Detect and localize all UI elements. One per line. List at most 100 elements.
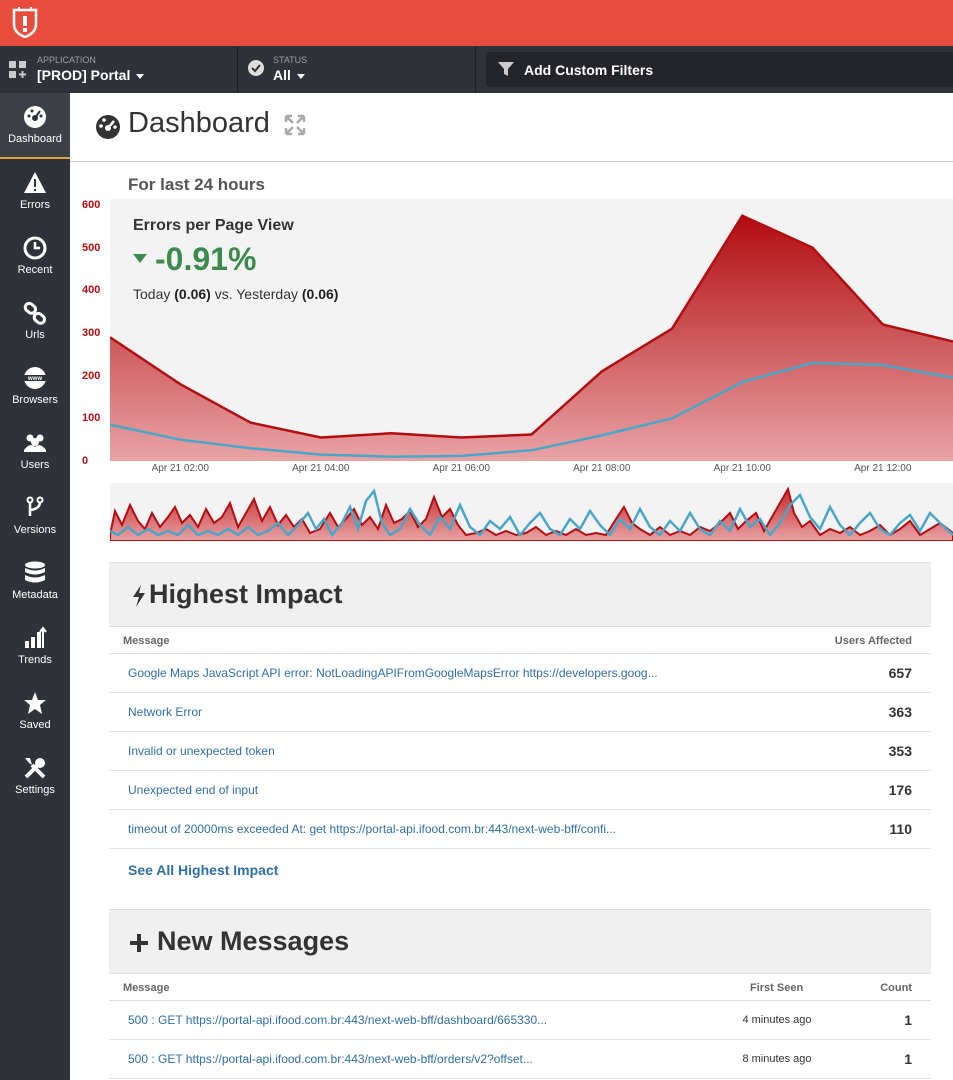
kpi-change: -0.91% bbox=[133, 241, 338, 278]
sidebar-item-versions[interactable]: Versions bbox=[0, 484, 70, 550]
col-first-seen[interactable]: First Seen bbox=[750, 982, 803, 994]
bar-trend-icon bbox=[25, 626, 47, 648]
sidebar-item-users[interactable]: Users bbox=[0, 419, 70, 485]
y-tick-label: 200 bbox=[82, 369, 101, 382]
expand-icon[interactable] bbox=[284, 114, 306, 136]
svg-text:www: www bbox=[27, 376, 42, 382]
chevron-down-icon bbox=[136, 73, 145, 79]
y-tick-label: 600 bbox=[82, 199, 101, 211]
application-label: APPLICATION bbox=[37, 55, 96, 65]
plus-icon bbox=[130, 934, 148, 952]
sidebar-item-label: Settings bbox=[15, 784, 55, 796]
table-row[interactable]: timeout of 20000ms exceeded At: get http… bbox=[109, 810, 931, 849]
sidebar-item-settings[interactable]: Settings bbox=[0, 744, 70, 810]
custom-filters-input[interactable]: Add Custom Filters bbox=[486, 52, 953, 87]
table-row[interactable]: Unexpected end of input 176 bbox=[109, 771, 931, 810]
sidebar-item-metadata[interactable]: Metadata bbox=[0, 549, 70, 615]
users-affected-count: 110 bbox=[889, 821, 912, 837]
col-message[interactable]: Message bbox=[123, 635, 169, 647]
table-row[interactable]: Google Maps JavaScript API error: NotLoa… bbox=[109, 654, 931, 693]
highest-impact-panel: Highest Impact Message Users Affected Go… bbox=[109, 562, 931, 878]
count-value: 1 bbox=[904, 1051, 912, 1067]
x-tick-label: Apr 21 12:00 bbox=[854, 463, 912, 474]
filter-bar: APPLICATION [PROD] Portal STATUS All Add… bbox=[0, 46, 953, 93]
top-bar bbox=[0, 0, 953, 46]
col-count[interactable]: Count bbox=[880, 982, 912, 994]
y-tick-label: 0 bbox=[82, 455, 89, 467]
users-icon bbox=[24, 434, 46, 452]
database-icon bbox=[25, 561, 45, 583]
y-tick-label: 300 bbox=[82, 327, 101, 339]
sidebar-item-errors[interactable]: Errors bbox=[0, 159, 70, 225]
message-link[interactable]: Unexpected end of input bbox=[128, 783, 258, 797]
range-navigator[interactable] bbox=[109, 483, 953, 542]
x-tick-label: Apr 21 06:00 bbox=[432, 463, 490, 474]
y-tick-label: 400 bbox=[82, 284, 101, 297]
main-content: Dashboard For last 24 hours 0 100 200 300 40… bbox=[70, 93, 953, 1080]
sidebar-item-recent[interactable]: Recent bbox=[0, 224, 70, 290]
x-tick-label: Apr 21 10:00 bbox=[713, 463, 771, 474]
users-affected-count: 176 bbox=[888, 782, 912, 798]
sidebar-item-trends[interactable]: Trends bbox=[0, 614, 70, 680]
see-all-highest-impact-link[interactable]: See All Highest Impact bbox=[128, 862, 278, 878]
sidebar-item-label: Users bbox=[20, 459, 50, 471]
message-link[interactable]: Google Maps JavaScript API error: NotLoa… bbox=[128, 666, 658, 680]
users-affected-count: 353 bbox=[888, 743, 912, 759]
count-value: 1 bbox=[904, 1012, 912, 1028]
kpi-title: Errors per Page View bbox=[133, 217, 294, 234]
users-affected-count: 363 bbox=[888, 704, 912, 720]
sidebar-item-label: Urls bbox=[25, 329, 45, 341]
y-tick-label: 500 bbox=[82, 241, 101, 254]
warning-icon bbox=[24, 172, 46, 193]
table-row[interactable]: 500 : GET https://portal-api.ifood.com.b… bbox=[109, 1001, 931, 1040]
first-seen-value: 8 minutes ago bbox=[742, 1053, 812, 1065]
navigator-sparkline bbox=[109, 486, 953, 542]
globe-icon: www bbox=[23, 367, 47, 389]
x-tick-label: Apr 21 08:00 bbox=[573, 463, 631, 474]
chevron-down-icon bbox=[296, 73, 305, 79]
message-link[interactable]: 500 : GET https://portal-api.ifood.com.b… bbox=[128, 1013, 547, 1027]
sidebar-nav: Dashboard Errors Recent Urls www Browser… bbox=[0, 93, 70, 1080]
sidebar-item-urls[interactable]: Urls bbox=[0, 289, 70, 355]
clock-icon bbox=[23, 236, 47, 260]
status-label: STATUS bbox=[273, 55, 308, 65]
sidebar-item-label: Recent bbox=[17, 264, 53, 276]
y-tick-label: 100 bbox=[82, 412, 101, 425]
sidebar-item-label: Trends bbox=[18, 654, 52, 666]
gauge-icon bbox=[24, 106, 46, 128]
col-message[interactable]: Message bbox=[123, 982, 169, 994]
table-row[interactable]: Invalid or unexpected token 353 bbox=[109, 732, 931, 771]
sidebar-item-label: Browsers bbox=[12, 394, 58, 406]
errors-area-chart: 0 100 200 300 400 500 600 Apr 21 02:00 Apr 21 0… bbox=[70, 193, 953, 483]
table-row[interactable]: Network Error 363 bbox=[109, 693, 931, 732]
tools-icon bbox=[24, 758, 46, 779]
panel-title: Highest Impact bbox=[149, 579, 343, 609]
sidebar-item-label: Metadata bbox=[12, 589, 58, 601]
new-messages-panel: New Messages Message First Seen Count 50… bbox=[109, 909, 931, 1079]
kpi-card: Errors per Page View -0.91% Today (0.06)… bbox=[133, 217, 338, 302]
application-selector[interactable]: APPLICATION [PROD] Portal bbox=[0, 46, 238, 93]
apps-grid-icon bbox=[9, 61, 26, 78]
time-range-label: For last 24 hours bbox=[128, 175, 265, 194]
message-link[interactable]: 500 : GET https://portal-api.ifood.com.b… bbox=[128, 1052, 533, 1066]
message-link[interactable]: Network Error bbox=[128, 705, 202, 719]
link-icon bbox=[23, 301, 47, 325]
message-link[interactable]: timeout of 20000ms exceeded At: get http… bbox=[128, 822, 616, 836]
sidebar-item-dashboard[interactable]: Dashboard bbox=[0, 93, 70, 159]
x-tick-label: Apr 21 02:00 bbox=[151, 463, 209, 474]
sidebar-item-label: Errors bbox=[20, 199, 50, 211]
status-selector[interactable]: STATUS All bbox=[238, 46, 476, 93]
sidebar-item-label: Saved bbox=[19, 719, 51, 731]
title-divider bbox=[70, 161, 953, 162]
bug-shield-icon[interactable] bbox=[10, 6, 40, 38]
sidebar-item-saved[interactable]: Saved bbox=[0, 679, 70, 745]
star-icon bbox=[24, 692, 46, 714]
table-row[interactable]: 500 : GET https://portal-api.ifood.com.b… bbox=[109, 1040, 931, 1079]
sidebar-item-browsers[interactable]: www Browsers bbox=[0, 354, 70, 420]
panel-header: New Messages bbox=[109, 909, 931, 973]
col-users-affected[interactable]: Users Affected bbox=[835, 635, 912, 647]
message-link[interactable]: Invalid or unexpected token bbox=[128, 744, 275, 758]
table-header: Message Users Affected bbox=[109, 626, 931, 654]
lightning-icon bbox=[133, 585, 145, 607]
panel-title: New Messages bbox=[157, 926, 350, 956]
